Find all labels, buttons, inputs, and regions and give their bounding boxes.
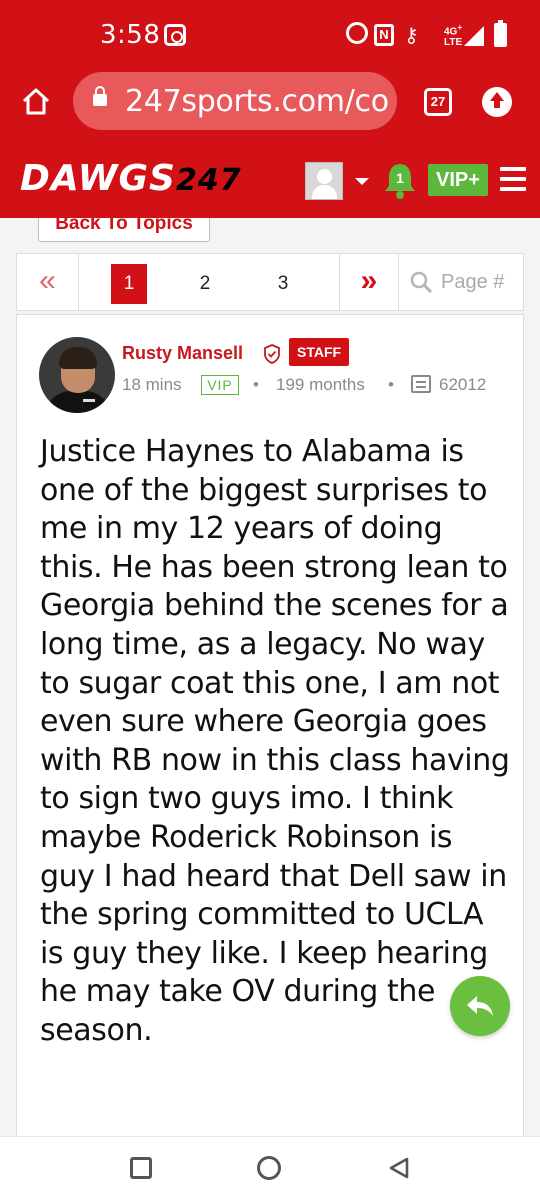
signal-icon xyxy=(464,26,484,46)
meta-separator: • xyxy=(253,375,259,394)
status-bar: 3:58 N ⚷ 4G+ LTE xyxy=(0,0,540,70)
url-text: 247sports.com/co xyxy=(125,84,389,119)
site-logo[interactable]: DAWGS247 xyxy=(20,158,242,199)
upload-icon[interactable] xyxy=(482,87,512,117)
system-nav-bar xyxy=(0,1136,540,1200)
notification-count: 1 xyxy=(396,170,404,186)
last-page-button[interactable]: » xyxy=(339,254,399,310)
staff-badge: STAFF xyxy=(289,338,350,366)
app-screen: 3:58 N ⚷ 4G+ LTE 247sports.com/co 27 Back… xyxy=(0,0,540,1200)
post-body: Justice Haynes to Alabama is one of the … xyxy=(40,434,510,1048)
home-icon[interactable] xyxy=(20,85,52,117)
page-number-input[interactable] xyxy=(441,268,521,296)
message-icon xyxy=(411,375,431,393)
status-time: 3:58 xyxy=(100,20,161,50)
first-page-button[interactable]: « xyxy=(17,254,79,310)
author-avatar[interactable] xyxy=(39,337,115,413)
recent-apps-icon[interactable] xyxy=(130,1157,152,1179)
key-icon: ⚷ xyxy=(404,25,419,47)
member-tenure: 199 months xyxy=(276,375,365,394)
battery-icon xyxy=(494,20,507,47)
meta-separator: • xyxy=(388,375,394,394)
tab-switcher-button[interactable]: 27 xyxy=(424,88,452,116)
alarm-icon xyxy=(346,22,368,44)
page-button-3[interactable]: 3 xyxy=(265,264,301,304)
site-header: DAWGS247 1 VIP+ xyxy=(0,142,540,218)
notification-bell-icon[interactable]: 1 xyxy=(382,160,418,200)
forum-post: Rusty Mansell STAFF 18 mins VIP • 199 mo… xyxy=(16,314,524,1144)
author-name[interactable]: Rusty Mansell xyxy=(122,343,243,364)
vip-button[interactable]: VIP+ xyxy=(428,164,488,196)
post-time: 18 mins xyxy=(122,375,182,394)
screen-record-icon xyxy=(164,24,186,46)
network-type-icon: 4G+ LTE xyxy=(444,22,463,49)
address-bar[interactable]: 247sports.com/co xyxy=(73,72,397,130)
hamburger-menu-icon[interactable] xyxy=(500,167,526,191)
page-button-1[interactable]: 1 xyxy=(111,264,147,304)
browser-toolbar: 247sports.com/co 27 xyxy=(0,70,540,142)
nfc-icon: N xyxy=(374,24,394,46)
user-avatar[interactable] xyxy=(305,162,343,200)
chevron-down-icon[interactable] xyxy=(355,178,369,185)
vip-badge: VIP xyxy=(201,375,239,395)
pagination: « 1 2 3 » xyxy=(16,253,524,311)
shield-check-icon xyxy=(262,343,282,365)
post-count: 62012 xyxy=(439,375,487,394)
reply-arrow-icon xyxy=(467,996,493,1016)
reply-button[interactable] xyxy=(450,976,510,1036)
lock-icon xyxy=(93,86,107,106)
home-circle-icon[interactable] xyxy=(257,1156,281,1180)
page-button-2[interactable]: 2 xyxy=(187,264,223,304)
back-triangle-icon[interactable] xyxy=(387,1156,411,1180)
logo-number: 247 xyxy=(175,163,242,198)
search-icon xyxy=(409,270,433,294)
logo-text: DAWGS xyxy=(20,158,176,199)
